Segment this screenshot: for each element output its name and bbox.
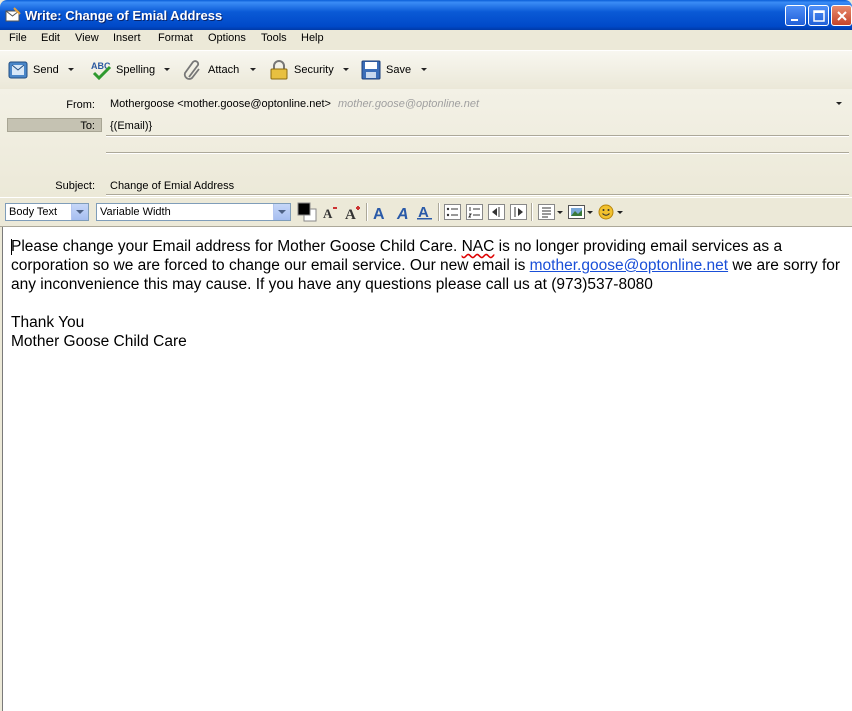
paragraph-style-select[interactable]: Body Text	[5, 203, 89, 221]
menu-edit[interactable]: Edit	[41, 32, 60, 44]
misspelled-word[interactable]: NAC	[462, 238, 495, 255]
body-paragraph: Please change your Email address for Mot…	[11, 237, 849, 294]
spelling-icon: ABC	[91, 61, 112, 81]
close-icon	[837, 11, 847, 21]
attach-dropdown-icon[interactable]	[250, 68, 256, 71]
from-dropdown-icon[interactable]	[836, 102, 842, 105]
italic-icon[interactable]: A	[395, 204, 412, 220]
menu-bar: File Edit View Insert Format Options Too…	[0, 30, 852, 49]
from-account: mother.goose@optonline.net	[338, 98, 480, 110]
main-toolbar: Send ABC Spelling Attach Security Save	[0, 50, 852, 90]
address-row-divider	[106, 135, 849, 137]
address-row-divider	[106, 152, 849, 154]
floppy-disk-icon	[361, 60, 381, 80]
menu-help[interactable]: Help	[301, 32, 324, 44]
outdent-icon[interactable]	[488, 204, 505, 220]
underline-icon[interactable]: A	[416, 204, 433, 220]
security-button[interactable]: Security	[268, 57, 334, 83]
from-label: From:	[66, 99, 95, 111]
align-icon[interactable]	[538, 204, 564, 220]
send-button[interactable]: Send	[7, 57, 59, 83]
minimize-button[interactable]	[785, 5, 806, 26]
chevron-down-icon	[273, 204, 290, 220]
format-toolbar: Body Text Variable Width A A A A A	[0, 197, 852, 227]
font-select[interactable]: Variable Width	[96, 203, 291, 221]
title-bar[interactable]: Write: Change of Emial Address	[0, 0, 852, 30]
to-label: To:	[80, 120, 95, 132]
compose-window: Write: Change of Emial Address File Edit…	[0, 0, 852, 711]
menu-format[interactable]: Format	[158, 32, 193, 44]
security-label: Security	[294, 64, 334, 76]
attach-button[interactable]: Attach	[182, 57, 239, 83]
message-body-editor[interactable]: Please change your Email address for Mot…	[2, 227, 852, 711]
svg-text:A: A	[373, 206, 385, 220]
maximize-button[interactable]	[808, 5, 829, 26]
numbered-list-icon[interactable]	[466, 204, 483, 220]
send-dropdown-icon[interactable]	[68, 68, 74, 71]
smiley-icon[interactable]	[598, 204, 624, 220]
attach-label: Attach	[208, 64, 240, 76]
subject-label: Subject:	[55, 180, 95, 192]
message-body-text: Please change your Email address for Mot…	[11, 237, 849, 351]
from-select[interactable]: Mothergoose <mother.goose@optonline.net>…	[110, 98, 479, 110]
save-button[interactable]: Save	[360, 57, 411, 83]
toolbar-separator	[438, 203, 440, 221]
menu-insert[interactable]: Insert	[113, 32, 141, 44]
spelling-button[interactable]: ABC Spelling	[90, 57, 155, 83]
menu-view[interactable]: View	[75, 32, 99, 44]
body-text-segment: Please change your Email address for Mot…	[11, 238, 462, 255]
from-identity: Mothergoose <mother.goose@optonline.net>	[110, 98, 331, 110]
menu-tools[interactable]: Tools	[261, 32, 287, 44]
paragraph-style-value: Body Text	[9, 206, 58, 218]
smaller-text-icon[interactable]: A	[322, 204, 339, 220]
signature-line: Mother Goose Child Care	[11, 333, 187, 350]
menu-file[interactable]: File	[9, 32, 27, 44]
send-label: Send	[33, 64, 59, 76]
close-button[interactable]	[831, 5, 852, 26]
subject-input[interactable]: Change of Emial Address	[110, 180, 234, 192]
maximize-icon	[813, 10, 825, 22]
larger-text-icon[interactable]: A	[345, 204, 362, 220]
to-recipient-input[interactable]: {(Email)}	[110, 120, 152, 132]
text-color-icon[interactable]	[297, 202, 317, 222]
window-title: Write: Change of Emial Address	[25, 8, 223, 23]
spelling-dropdown-icon[interactable]	[164, 68, 170, 71]
message-headers: From: Mothergoose <mother.goose@optonlin…	[0, 89, 852, 197]
lock-icon	[270, 60, 288, 80]
svg-text:A: A	[396, 206, 409, 220]
security-dropdown-icon[interactable]	[343, 68, 349, 71]
font-value: Variable Width	[100, 206, 171, 218]
save-label: Save	[386, 64, 412, 76]
menu-options[interactable]: Options	[208, 32, 246, 44]
spelling-label: Spelling	[116, 64, 156, 76]
bold-icon[interactable]: A	[372, 204, 389, 220]
send-icon	[8, 61, 28, 79]
indent-icon[interactable]	[510, 204, 527, 220]
bulleted-list-icon[interactable]	[444, 204, 461, 220]
svg-text:A: A	[418, 204, 429, 220]
svg-text:A: A	[345, 207, 356, 220]
email-link[interactable]: mother.goose@optonline.net	[530, 257, 728, 274]
paperclip-icon	[183, 60, 200, 80]
toolbar-separator	[531, 203, 533, 221]
chevron-down-icon	[71, 204, 88, 220]
closing-line: Thank You	[11, 314, 85, 331]
save-dropdown-icon[interactable]	[421, 68, 427, 71]
toolbar-separator	[366, 203, 368, 221]
compose-app-icon	[5, 7, 21, 22]
subject-underline	[106, 194, 849, 196]
svg-text:A: A	[323, 206, 333, 220]
insert-image-icon[interactable]	[568, 204, 594, 220]
minimize-icon	[791, 19, 798, 21]
